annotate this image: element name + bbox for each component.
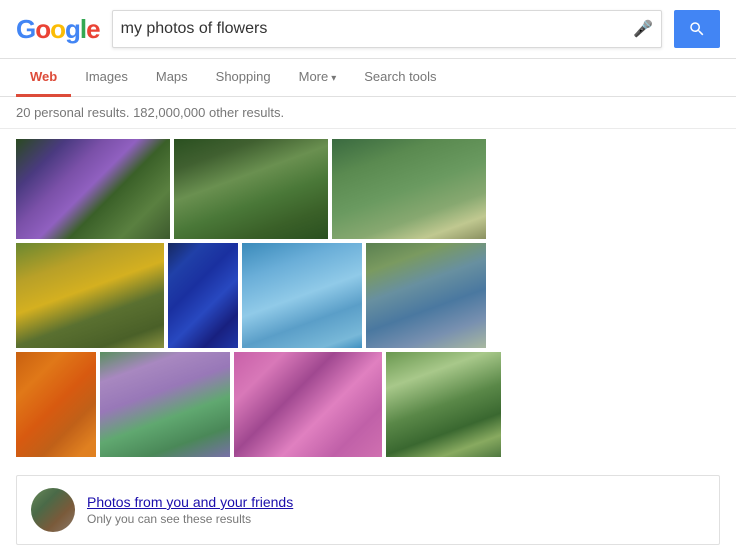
flower-image-3 bbox=[332, 139, 486, 239]
flower-image-11 bbox=[386, 352, 501, 457]
navigation: Web Images Maps Shopping More Search too… bbox=[0, 59, 736, 97]
results-info: 20 personal results. 182,000,000 other r… bbox=[0, 97, 736, 129]
image-cell[interactable] bbox=[16, 352, 96, 457]
flower-image-7 bbox=[366, 243, 486, 348]
chevron-down-icon bbox=[331, 69, 336, 84]
social-result-title[interactable]: Photos from you and your friends bbox=[87, 494, 293, 510]
image-row-1 bbox=[16, 139, 720, 239]
image-cell[interactable] bbox=[100, 352, 230, 457]
nav-shopping[interactable]: Shopping bbox=[202, 59, 285, 97]
image-row-2 bbox=[16, 243, 720, 348]
image-cell[interactable] bbox=[242, 243, 362, 348]
social-result-subtitle: Only you can see these results bbox=[87, 512, 293, 526]
mic-icon[interactable]: 🎤 bbox=[633, 19, 653, 39]
flower-image-2 bbox=[174, 139, 328, 239]
flower-image-5 bbox=[168, 243, 238, 348]
nav-web[interactable]: Web bbox=[16, 59, 71, 97]
flower-image-4 bbox=[16, 243, 164, 348]
image-cell[interactable] bbox=[386, 352, 501, 457]
image-cell[interactable] bbox=[366, 243, 486, 348]
social-text: Photos from you and your friends Only yo… bbox=[87, 494, 293, 526]
google-logo[interactable]: Google bbox=[16, 14, 100, 45]
flower-image-6 bbox=[242, 243, 362, 348]
image-cell[interactable] bbox=[16, 243, 164, 348]
nav-maps[interactable]: Maps bbox=[142, 59, 202, 97]
image-row-3 bbox=[16, 352, 720, 457]
nav-search-tools[interactable]: Search tools bbox=[350, 59, 450, 97]
image-cell[interactable] bbox=[332, 139, 486, 239]
search-input[interactable]: my photos of flowers bbox=[121, 20, 633, 38]
flower-image-10 bbox=[234, 352, 382, 457]
image-cell[interactable] bbox=[16, 139, 170, 239]
search-button[interactable] bbox=[674, 10, 720, 48]
image-cell[interactable] bbox=[168, 243, 238, 348]
header: Google my photos of flowers 🎤 bbox=[0, 0, 736, 59]
social-result: Photos from you and your friends Only yo… bbox=[16, 475, 720, 545]
nav-images[interactable]: Images bbox=[71, 59, 142, 97]
nav-more[interactable]: More bbox=[285, 59, 351, 97]
flower-image-8 bbox=[16, 352, 96, 457]
search-icon bbox=[688, 20, 706, 38]
image-cell[interactable] bbox=[174, 139, 328, 239]
flower-image-9 bbox=[100, 352, 230, 457]
search-bar: my photos of flowers 🎤 bbox=[112, 10, 662, 48]
image-cell[interactable] bbox=[234, 352, 382, 457]
results-count: 20 personal results. 182,000,000 other r… bbox=[16, 105, 284, 120]
flower-image-1 bbox=[16, 139, 170, 239]
avatar bbox=[31, 488, 75, 532]
image-grid bbox=[0, 129, 736, 467]
